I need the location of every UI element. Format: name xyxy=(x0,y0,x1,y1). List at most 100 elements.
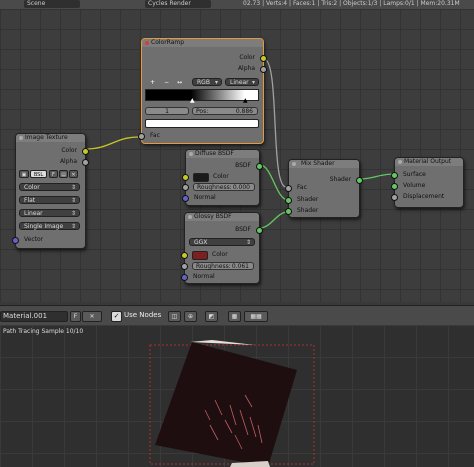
colorramp-node[interactable]: ColorRamp Color Alpha + − ↔ RGB ▾ Linear ▾… xyxy=(138,38,267,144)
mix-in-shader2-socket[interactable] xyxy=(285,208,292,215)
glossy-out-bsdf-socket[interactable] xyxy=(256,227,263,234)
close-icon[interactable]: ✕ xyxy=(82,311,102,322)
pos-label: Pos: xyxy=(196,108,209,115)
scene-selector[interactable]: Scene xyxy=(24,0,80,8)
chevron-down-icon: ▾ xyxy=(214,79,218,86)
node-collapse-icon[interactable] xyxy=(398,160,402,164)
mix-out-shader-socket[interactable] xyxy=(356,177,363,184)
ramp-stop-handle[interactable]: ▲ xyxy=(190,97,195,104)
position-field[interactable]: Pos: 0.886 xyxy=(192,107,258,115)
colorramp-out-alpha-socket[interactable] xyxy=(260,66,267,73)
node-collapse-icon[interactable] xyxy=(189,152,193,156)
snap-icon[interactable]: ◩ xyxy=(205,311,218,322)
mix-header[interactable]: Mix Shader xyxy=(289,160,359,168)
glossy-out-bsdf-label: BSDF xyxy=(235,226,251,233)
color-space-value: Color xyxy=(24,184,40,191)
color-ramp-bar[interactable] xyxy=(145,89,259,101)
material-output-node[interactable]: Material Output Surface Volume Displacem… xyxy=(391,157,464,208)
diffuse-in-roughness-socket[interactable] xyxy=(182,184,189,191)
glossy-roughness-field[interactable]: Roughness: 0.061 xyxy=(192,262,254,270)
render-engine-selector[interactable]: Cycles Render xyxy=(145,0,211,8)
glossy-normal-label: Normal xyxy=(193,273,215,280)
pos-value: 0.886 xyxy=(235,108,253,115)
projection-dropdown[interactable]: Flat ⇕ xyxy=(19,196,80,204)
image-out-alpha-label: Alpha xyxy=(59,158,77,165)
image-out-alpha-socket[interactable] xyxy=(82,159,89,166)
checkbox-checked-icon[interactable]: ✓ xyxy=(111,311,122,322)
glossy-in-normal-socket[interactable] xyxy=(181,274,188,281)
diffuse-in-normal-socket[interactable] xyxy=(182,195,189,202)
fake-user-label: F xyxy=(73,313,78,320)
diffuse-title: Diffuse BSDF xyxy=(195,150,234,157)
glossy-bsdf-node[interactable]: Glossy BSDF BSDF GGX ⇕ Color Roughness: 0.… xyxy=(181,212,263,284)
diffuse-bsdf-node[interactable]: Diffuse BSDF BSDF Color Roughness: 0.000 … xyxy=(182,149,263,206)
mix-out-shader-label: Shader xyxy=(329,176,351,183)
fake-user-button[interactable]: F xyxy=(70,311,81,322)
diffuse-out-bsdf-label: BSDF xyxy=(235,162,251,169)
mix-in-shader1-socket[interactable] xyxy=(285,197,292,204)
node-collapse-icon[interactable] xyxy=(188,215,192,219)
scene-label: Scene xyxy=(27,0,46,7)
diffuse-header[interactable]: Diffuse BSDF xyxy=(186,150,259,158)
colorramp-out-alpha-label: Alpha xyxy=(237,65,255,72)
close-icon[interactable]: ✕ xyxy=(69,170,78,178)
image-browse-icon[interactable]: ▣ xyxy=(19,170,29,178)
chevron-down-icon: ⇕ xyxy=(70,184,76,191)
output-in-surface-socket[interactable] xyxy=(391,172,398,179)
stop-color-swatch[interactable] xyxy=(145,119,259,128)
add-stop-button[interactable]: + xyxy=(150,79,155,86)
interpolation-dropdown[interactable]: Linear ⇕ xyxy=(19,209,80,217)
interpolation-dropdown[interactable]: Linear ▾ xyxy=(225,78,259,86)
glossy-color-swatch[interactable] xyxy=(192,251,208,260)
open-image-icon[interactable]: ▤ xyxy=(59,170,68,178)
colorramp-in-fac-socket[interactable] xyxy=(138,133,145,140)
ramp-stop-handle-active[interactable]: ▲ xyxy=(243,97,248,104)
node-editor[interactable]: ColorRamp Color Alpha + − ↔ RGB ▾ Linear ▾… xyxy=(0,9,474,302)
color-space-dropdown[interactable]: Color ⇕ xyxy=(19,183,80,191)
distribution-value: GGX xyxy=(194,239,208,246)
remove-stop-button[interactable]: − xyxy=(164,79,169,86)
image-texture-header[interactable]: Image Texture xyxy=(16,134,85,142)
image-name-field[interactable]: BSL xyxy=(30,170,47,178)
output-volume-label: Volume xyxy=(403,182,426,189)
render-viewport[interactable]: Path Tracing Sample 10/10 xyxy=(0,325,474,467)
output-in-displacement-socket[interactable] xyxy=(391,194,398,201)
flip-ramp-button[interactable]: ↔ xyxy=(177,79,182,86)
colorramp-out-color-socket[interactable] xyxy=(260,55,267,62)
diffuse-color-swatch[interactable] xyxy=(193,173,209,182)
node-collapse-icon[interactable] xyxy=(19,136,23,140)
glossy-in-roughness-socket[interactable] xyxy=(181,263,188,270)
material-name-field[interactable]: Material.001 xyxy=(0,311,68,322)
mix-shader-node[interactable]: Mix Shader Shader Fac Shader Shader xyxy=(285,159,363,218)
node-editor-header: Material.001 F ✕ ✓ Use Nodes ◫ ⊕ ◩ ▦ ▦▦ xyxy=(0,305,474,326)
interp-value: Linear xyxy=(24,210,43,217)
link-glossy-to-mix xyxy=(258,211,289,229)
glossy-in-color-socket[interactable] xyxy=(181,252,188,259)
image-in-vector-socket[interactable] xyxy=(12,237,19,244)
output-displacement-label: Displacement xyxy=(403,193,445,200)
diffuse-in-color-socket[interactable] xyxy=(182,174,189,181)
image-texture-node[interactable]: Image Texture Color Alpha ▣ BSL F ▤ ✕ Co… xyxy=(12,133,89,249)
diffuse-out-bsdf-socket[interactable] xyxy=(256,163,263,170)
glossy-header[interactable]: Glossy BSDF xyxy=(185,213,259,221)
fake-user-button[interactable]: F xyxy=(49,170,58,178)
projection-value: Flat xyxy=(24,197,36,204)
color-mode-dropdown[interactable]: RGB ▾ xyxy=(192,78,222,86)
distribution-dropdown[interactable]: GGX ⇕ xyxy=(189,238,255,246)
output-header[interactable]: Material Output xyxy=(395,158,463,166)
backdrop-icon[interactable]: ◫ xyxy=(168,311,181,322)
colorramp-header[interactable]: ColorRamp xyxy=(142,39,263,47)
diffuse-roughness-field[interactable]: Roughness: 0.000 xyxy=(193,183,255,191)
mix-in-fac-label: Fac xyxy=(297,184,307,191)
node-collapse-icon[interactable] xyxy=(292,162,296,166)
paste-icon[interactable]: ▦▦ xyxy=(244,311,268,322)
stop-index-value: 1 xyxy=(165,108,169,115)
pin-icon[interactable]: ⊕ xyxy=(184,311,197,322)
mix-in-fac-socket[interactable] xyxy=(285,185,292,192)
node-collapse-icon[interactable] xyxy=(145,41,149,45)
output-in-volume-socket[interactable] xyxy=(391,183,398,190)
copy-icon[interactable]: ▦ xyxy=(228,311,241,322)
source-dropdown[interactable]: Single Image ⇕ xyxy=(19,222,80,230)
image-out-color-socket[interactable] xyxy=(82,148,89,155)
active-stop-index[interactable]: 1 xyxy=(145,107,189,115)
